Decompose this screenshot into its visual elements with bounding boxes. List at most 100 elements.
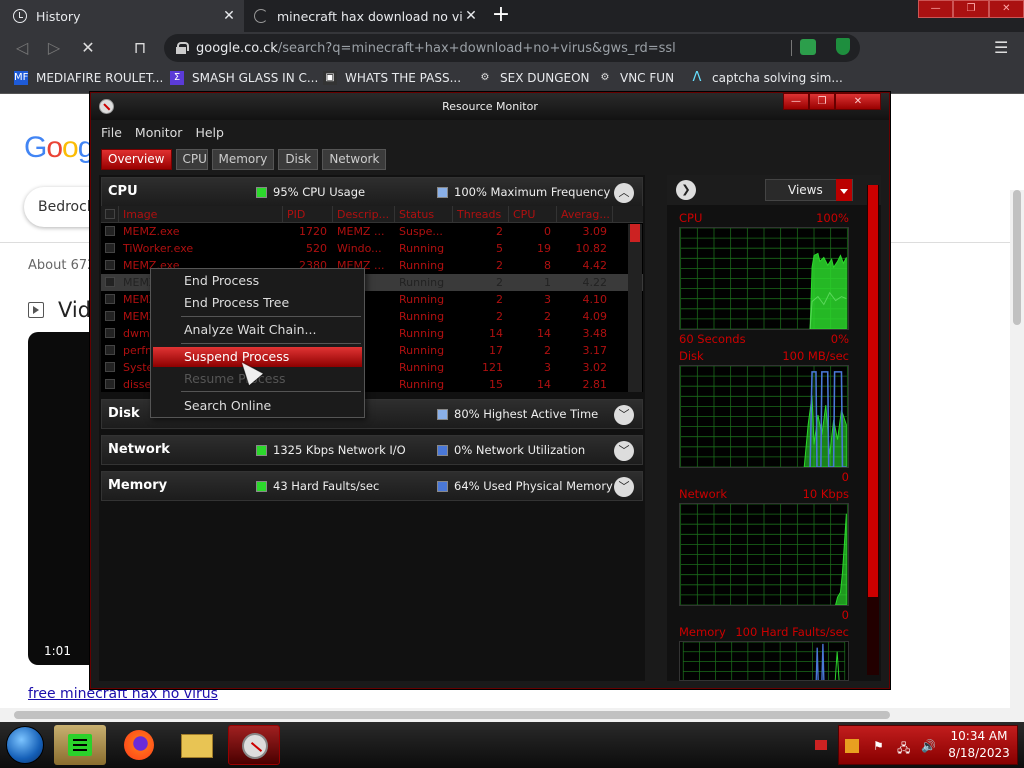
row-checkbox[interactable] xyxy=(101,308,119,325)
network-io-stat: 1325 Kbps Network I/O xyxy=(256,443,406,457)
bookmark-item[interactable]: Σ SMASH GLASS IN C... xyxy=(170,71,318,85)
menu-item-end-process-tree[interactable]: End Process Tree xyxy=(151,293,364,313)
graph-panel-scrollbar[interactable] xyxy=(867,185,879,675)
row-checkbox[interactable] xyxy=(101,342,119,359)
google-logo[interactable]: Goog xyxy=(24,131,94,165)
cell-avg: 3.17 xyxy=(582,344,608,357)
taskbar-app-firefox[interactable] xyxy=(112,725,164,765)
lock-icon[interactable] xyxy=(176,42,189,54)
tab-history[interactable]: History ✕ xyxy=(0,0,244,32)
col-average[interactable]: Averag... xyxy=(557,206,613,222)
volume-icon[interactable]: 🔊 xyxy=(921,739,936,753)
tab-memory[interactable]: Memory xyxy=(211,149,275,170)
tab-overview[interactable]: Overview xyxy=(101,149,172,170)
minimize-button[interactable]: — xyxy=(783,93,809,110)
clock[interactable]: 10:34 AM 8/18/2023 xyxy=(941,728,1017,762)
tab-search[interactable]: minecraft hax download no virus - ✕ xyxy=(246,0,486,32)
url-text[interactable]: google.co.ck/search?q=minecraft+hax+down… xyxy=(196,41,676,56)
cell-avg: 4.10 xyxy=(582,293,608,306)
row-checkbox[interactable] xyxy=(101,291,119,308)
graph-max: 10 Kbps xyxy=(802,487,849,501)
table-row[interactable]: MEMZ.exe 1720 MEMZ ... Suspe... 2 0 3.09 xyxy=(101,223,643,240)
row-checkbox[interactable] xyxy=(101,223,119,240)
disk-graph xyxy=(679,365,849,468)
action-center-flag-icon[interactable]: ⚑ xyxy=(873,739,887,753)
close-tab-icon[interactable]: ✕ xyxy=(220,8,238,24)
taskbar-app-teams[interactable] xyxy=(54,725,106,765)
menu-monitor[interactable]: Monitor xyxy=(135,123,183,143)
taskbar-app-explorer[interactable] xyxy=(170,725,222,765)
graph-name: Memory xyxy=(679,625,726,639)
row-checkbox[interactable] xyxy=(101,325,119,342)
col-image[interactable]: Image xyxy=(119,206,283,222)
menu-item-analyze-wait-chain[interactable]: Analyze Wait Chain... xyxy=(151,320,364,340)
tab-disk[interactable]: Disk xyxy=(278,149,319,170)
stop-loading-icon[interactable]: ✕ xyxy=(78,38,98,57)
tab-cpu[interactable]: CPU xyxy=(175,149,208,170)
collapse-panel-icon[interactable]: ❯ xyxy=(676,180,696,200)
start-button[interactable] xyxy=(6,726,44,764)
close-button[interactable]: ✕ xyxy=(835,93,881,110)
scrollbar-thumb[interactable] xyxy=(868,185,878,597)
row-checkbox[interactable] xyxy=(101,359,119,376)
minimize-icon[interactable]: — xyxy=(918,0,954,18)
back-arrow-icon[interactable]: ◁ xyxy=(12,38,32,57)
col-pid[interactable]: PID xyxy=(283,206,333,222)
window-titlebar[interactable]: Resource Monitor xyxy=(91,93,889,120)
bookmark-icon[interactable]: ⊓ xyxy=(130,38,150,57)
extension-shield-icon[interactable] xyxy=(836,38,850,55)
bookmark-item[interactable]: Λcaptcha solving sim... xyxy=(690,71,843,86)
memory-section-header[interactable]: Memory 43 Hard Faults/sec 64% Used Physi… xyxy=(101,471,643,501)
expand-chevron-icon[interactable]: ﹀ xyxy=(614,441,634,461)
menu-icon[interactable]: ☰ xyxy=(994,38,1008,57)
network-section-header[interactable]: Network 1325 Kbps Network I/O 0% Network… xyxy=(101,435,643,465)
cell-cpu: 1 xyxy=(544,276,551,289)
network-icon[interactable]: 🖧 xyxy=(897,739,911,755)
page-scrollbar-vertical[interactable] xyxy=(1010,190,1024,768)
page-scrollbar-horizontal[interactable] xyxy=(0,708,1024,722)
scrollbar-thumb[interactable] xyxy=(630,224,640,242)
close-icon[interactable]: ✕ xyxy=(988,0,1024,18)
table-scrollbar[interactable] xyxy=(628,224,642,392)
scrollbar-thumb[interactable] xyxy=(1013,190,1021,325)
cpu-section-header[interactable]: CPU 95% CPU Usage 100% Maximum Frequency… xyxy=(101,177,643,207)
views-dropdown[interactable]: Views xyxy=(765,179,853,201)
address-bar[interactable]: google.co.ck/search?q=minecraft+hax+down… xyxy=(164,34,860,62)
row-checkbox[interactable] xyxy=(101,257,119,274)
table-row[interactable]: TiWorker.exe 520 Windo... Running 5 19 10.82 xyxy=(101,240,643,257)
menu-item-suspend-process[interactable]: Suspend Process xyxy=(153,347,362,367)
menu-item-search-online[interactable]: Search Online xyxy=(151,396,364,416)
scrollbar-thumb[interactable] xyxy=(14,711,890,719)
taskbar-app-resource-monitor[interactable] xyxy=(228,725,280,765)
col-description[interactable]: Descrip... xyxy=(333,206,395,222)
bookmark-item[interactable]: ▣ WHATS THE PASS... xyxy=(323,71,461,85)
tab-network[interactable]: Network xyxy=(322,149,387,170)
maximize-icon[interactable]: ❐ xyxy=(953,0,989,18)
menu-file[interactable]: File xyxy=(101,123,122,143)
bookmark-item[interactable]: ⚙ SEX DUNGEON xyxy=(478,71,590,85)
menu-item-end-process[interactable]: End Process xyxy=(151,271,364,291)
col-status[interactable]: Status xyxy=(395,206,453,222)
close-tab-icon[interactable]: ✕ xyxy=(462,8,480,24)
col-threads[interactable]: Threads xyxy=(453,206,509,222)
row-checkbox[interactable] xyxy=(101,240,119,257)
bookmark-item[interactable]: ⚙ VNC FUN xyxy=(598,71,675,85)
new-tab-button[interactable]: + xyxy=(490,4,512,27)
forward-arrow-icon[interactable]: ▷ xyxy=(44,38,64,57)
legend-swatch xyxy=(256,480,267,492)
select-all-checkbox[interactable] xyxy=(101,206,119,222)
show-hidden-icons[interactable] xyxy=(815,740,827,750)
video-thumbnail[interactable]: 1:01 xyxy=(28,332,98,665)
menu-help[interactable]: Help xyxy=(195,123,224,143)
graph-time-span: 60 Seconds xyxy=(679,332,746,346)
col-cpu[interactable]: CPU xyxy=(509,206,557,222)
expand-chevron-icon[interactable]: ﹀ xyxy=(614,477,634,497)
bookmark-item[interactable]: MF MEDIAFIRE ROULET... xyxy=(14,71,163,85)
tray-app-icon[interactable] xyxy=(845,739,859,753)
expand-chevron-icon[interactable]: ﹀ xyxy=(614,405,634,425)
maximize-button[interactable]: ❐ xyxy=(809,93,835,110)
collapse-chevron-icon[interactable]: ︿ xyxy=(614,183,634,203)
extension-chat-icon[interactable] xyxy=(800,39,816,55)
row-checkbox[interactable] xyxy=(101,274,119,291)
row-checkbox[interactable] xyxy=(101,376,119,392)
